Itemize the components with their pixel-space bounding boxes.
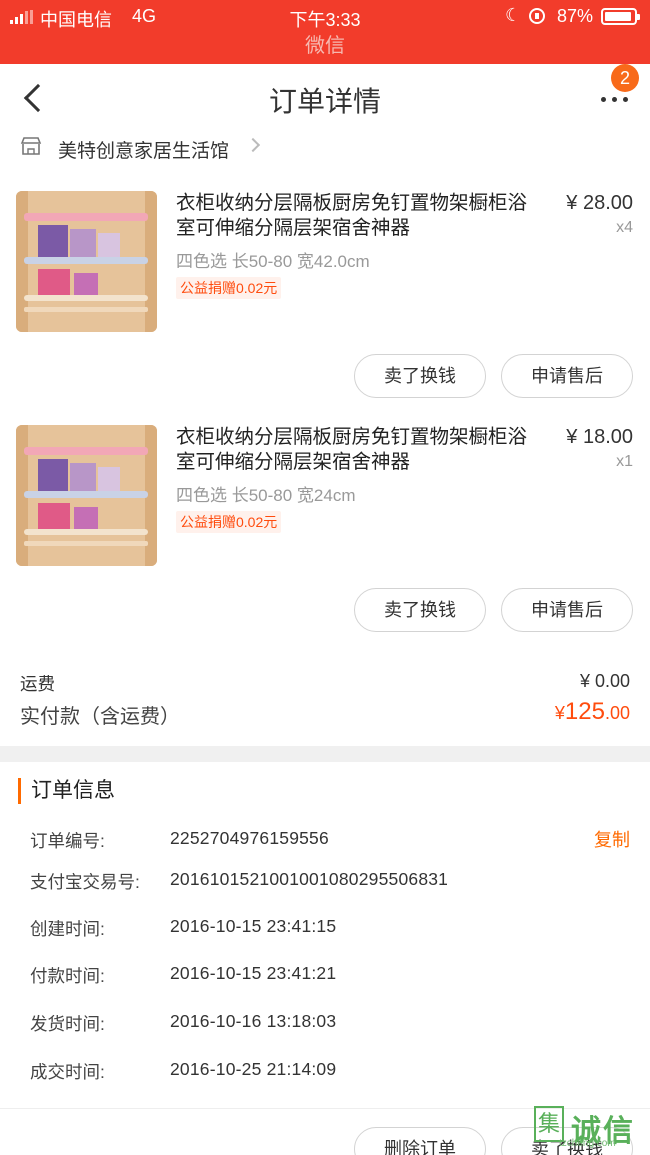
paid-integer: 125 xyxy=(564,698,605,725)
alipay-trade-label: 支付宝交易号: xyxy=(30,872,140,892)
paid-time-value: 2016-10-15 23:41:21 xyxy=(170,963,337,983)
paid-currency: ¥ xyxy=(554,703,565,723)
orientation-lock-icon xyxy=(529,8,545,24)
shipping-value: ¥ 0.00 xyxy=(579,671,630,691)
product-quantity: x4 xyxy=(616,219,633,236)
created-time-value: 2016-10-15 23:41:15 xyxy=(170,916,337,936)
watermark-logo: 集 诚信 tzcheng.com xyxy=(531,1104,650,1155)
order-info-title: 订单信息 xyxy=(18,778,115,804)
battery-icon xyxy=(601,8,640,25)
delete-order-button[interactable]: 删除订单 xyxy=(354,1127,486,1155)
sell-button[interactable]: 卖了换钱 xyxy=(354,354,486,398)
after-sale-button[interactable]: 申请售后 xyxy=(501,588,633,632)
product-thumbnail[interactable] xyxy=(16,425,157,566)
paid-amount: ¥125.00 xyxy=(555,698,630,726)
wechat-title: 微信 xyxy=(305,35,345,57)
created-time-label: 创建时间: xyxy=(30,919,105,939)
sell-button[interactable]: 卖了换钱 xyxy=(354,588,486,632)
shipped-time-value: 2016-10-16 13:18:03 xyxy=(170,1011,337,1031)
product-quantity: x1 xyxy=(616,453,633,470)
paid-time-label: 付款时间: xyxy=(30,966,105,986)
product-sku: 四色选 长50-80 宽24cm xyxy=(176,486,356,505)
product-price: ¥ 28.00 xyxy=(566,192,633,214)
product-title[interactable]: 衣柜收纳分层隔板厨房免钉置物架橱柜浴室可伸缩分隔层架宿舍神器 xyxy=(176,191,536,241)
section-divider xyxy=(0,746,650,762)
copy-button[interactable]: 复制 xyxy=(594,826,630,852)
battery-percent: 87% xyxy=(557,6,594,26)
product-price: ¥ 18.00 xyxy=(566,426,633,448)
watermark-box: 集 xyxy=(534,1106,564,1142)
after-sale-button[interactable]: 申请售后 xyxy=(501,354,633,398)
store-icon xyxy=(20,137,42,155)
order-number-value: 2252704976159556 xyxy=(170,828,329,848)
shop-name: 美特创意家居生活馆 xyxy=(58,141,230,162)
completed-time-value: 2016-10-25 21:14:09 xyxy=(170,1059,337,1079)
watermark-url: tzcheng.com xyxy=(559,1138,616,1149)
shipped-time-label: 发货时间: xyxy=(30,1014,105,1034)
product-title[interactable]: 衣柜收纳分层隔板厨房免钉置物架橱柜浴室可伸缩分隔层架宿舍神器 xyxy=(176,425,536,475)
chevron-right-icon xyxy=(245,137,261,153)
product-sku: 四色选 长50-80 宽42.0cm xyxy=(176,252,370,271)
do-not-disturb-icon: ☾ xyxy=(505,5,522,25)
paid-label: 实付款（含运费） xyxy=(20,706,180,728)
completed-time-label: 成交时间: xyxy=(30,1062,105,1082)
wechat-title-bar: 微信 xyxy=(0,34,650,64)
shipping-label: 运费 xyxy=(20,674,55,694)
alipay-trade-value: 2016101521001001080295506831 xyxy=(170,869,449,889)
shop-row[interactable]: 美特创意家居生活馆 xyxy=(0,132,650,166)
clock: 下午3:33 xyxy=(289,10,361,30)
charity-tag: 公益捐赠0.02元 xyxy=(176,277,282,299)
page-title: 订单详情 xyxy=(268,86,381,117)
nav-bar: 订单详情 xyxy=(0,64,650,132)
order-number-label: 订单编号: xyxy=(30,831,105,851)
charity-tag: 公益捐赠0.02元 xyxy=(176,511,282,533)
product-thumbnail[interactable] xyxy=(16,191,157,332)
status-bar: 中国电信 4G 下午3:33 ☾ 87% xyxy=(0,0,650,34)
paid-decimal: .00 xyxy=(604,703,630,723)
notification-badge: 2 xyxy=(611,64,639,92)
